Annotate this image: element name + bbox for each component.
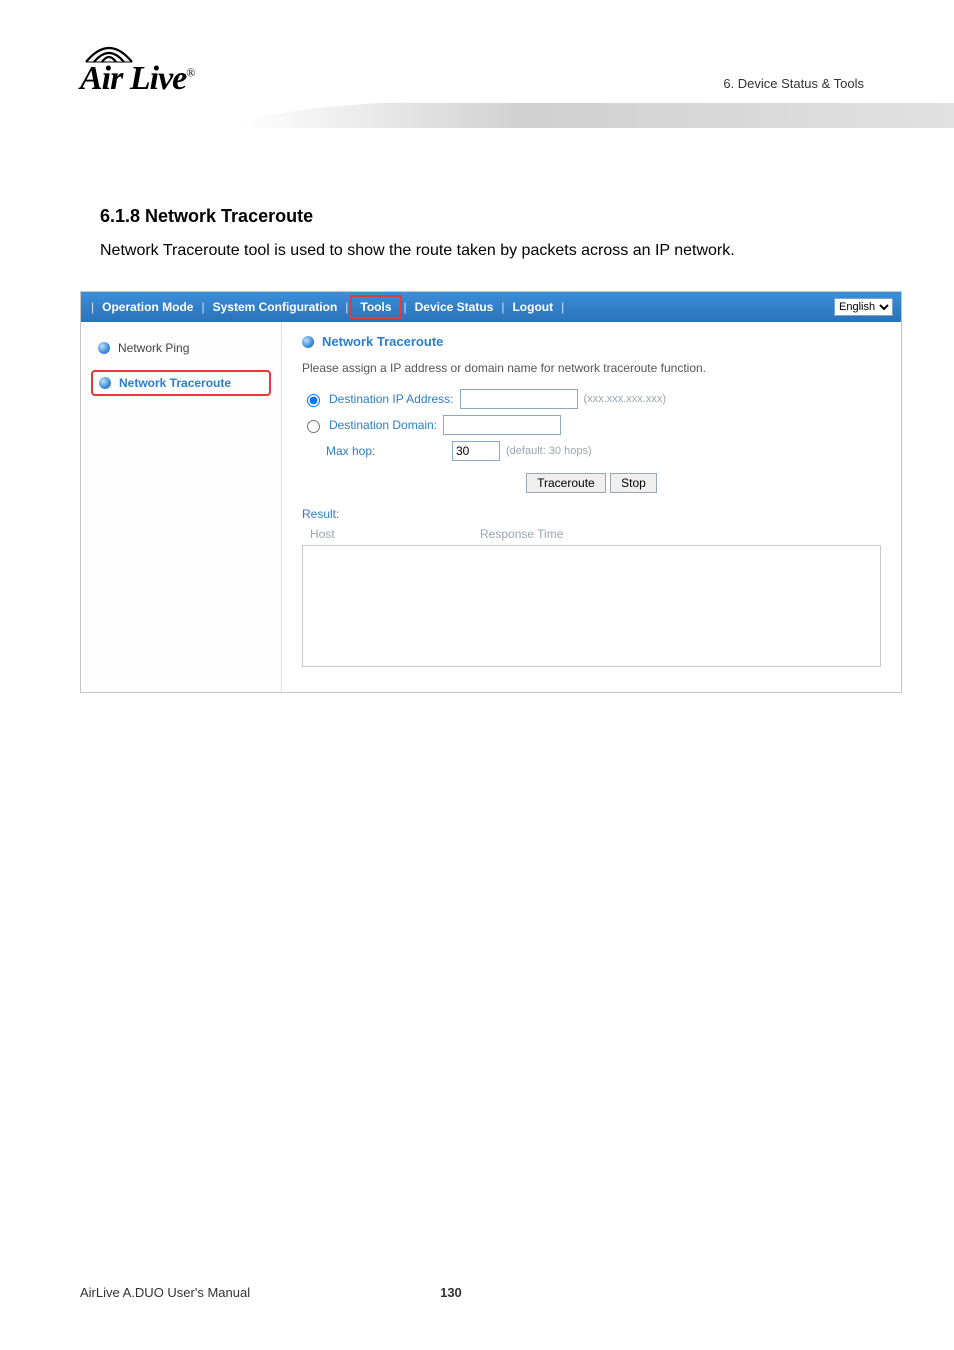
footer-manual: AirLive A.DUO User's Manual [80, 1285, 250, 1300]
bullet-icon [302, 336, 314, 348]
app-main-panel: Network Traceroute Please assign a IP ad… [282, 322, 901, 692]
tab-strip: | Operation Mode | System Configuration … [89, 295, 566, 319]
panel-title: Network Traceroute [302, 334, 881, 349]
registered-mark: ® [186, 66, 194, 80]
label-destination-domain: Destination Domain: [329, 418, 437, 432]
radio-destination-ip[interactable] [307, 394, 320, 407]
bullet-icon [99, 377, 111, 389]
result-list[interactable] [302, 545, 881, 667]
label-destination-ip: Destination IP Address: [329, 392, 454, 406]
input-max-hop[interactable] [452, 441, 500, 461]
sidebar-item-label: Network Ping [118, 341, 189, 355]
sidebar-item-label: Network Traceroute [119, 376, 231, 390]
radio-destination-domain[interactable] [307, 420, 320, 433]
app-window: | Operation Mode | System Configuration … [80, 291, 902, 693]
footer-page-number: 130 [440, 1285, 462, 1300]
brand-logo: Air Live® [80, 40, 194, 98]
section-heading: 6.1.8 Network Traceroute [100, 206, 874, 227]
col-response-time: Response Time [480, 527, 563, 541]
row-destination-ip: Destination IP Address: (xxx.xxx.xxx.xxx… [302, 389, 881, 409]
hint-max-hop: (default: 30 hops) [506, 445, 592, 457]
tab-operation-mode[interactable]: Operation Mode [96, 300, 199, 314]
label-max-hop: Max hop: [326, 444, 446, 458]
sidebar-item-network-traceroute[interactable]: Network Traceroute [91, 370, 271, 396]
panel-description: Please assign a IP address or domain nam… [302, 361, 881, 375]
bullet-icon [98, 342, 110, 354]
app-sidebar: Network Ping Network Traceroute [81, 322, 282, 692]
sidebar-item-network-ping[interactable]: Network Ping [91, 336, 271, 360]
chapter-label: 6. Device Status & Tools [723, 76, 864, 91]
result-label: Result: [302, 507, 881, 521]
traceroute-button[interactable]: Traceroute [526, 473, 606, 493]
tab-device-status[interactable]: Device Status [409, 300, 500, 314]
row-destination-domain: Destination Domain: [302, 415, 881, 435]
section-paragraph: Network Traceroute tool is used to show … [100, 239, 874, 263]
stop-button[interactable]: Stop [610, 473, 657, 493]
wifi-icon [84, 40, 124, 64]
hint-destination-ip: (xxx.xxx.xxx.xxx) [584, 393, 667, 405]
input-destination-ip[interactable] [460, 389, 578, 409]
tab-system-configuration[interactable]: System Configuration [207, 300, 344, 314]
result-header: Host Response Time [302, 527, 881, 545]
tab-tools-highlight: Tools [350, 295, 401, 319]
input-destination-domain[interactable] [443, 415, 561, 435]
panel-title-text: Network Traceroute [322, 334, 443, 349]
language-select[interactable]: English [834, 298, 893, 316]
app-topbar: | Operation Mode | System Configuration … [81, 292, 901, 322]
row-max-hop: Max hop: (default: 30 hops) [302, 441, 881, 461]
tab-tools[interactable]: Tools [354, 300, 397, 314]
tab-logout[interactable]: Logout [506, 300, 559, 314]
col-host: Host [310, 527, 480, 541]
